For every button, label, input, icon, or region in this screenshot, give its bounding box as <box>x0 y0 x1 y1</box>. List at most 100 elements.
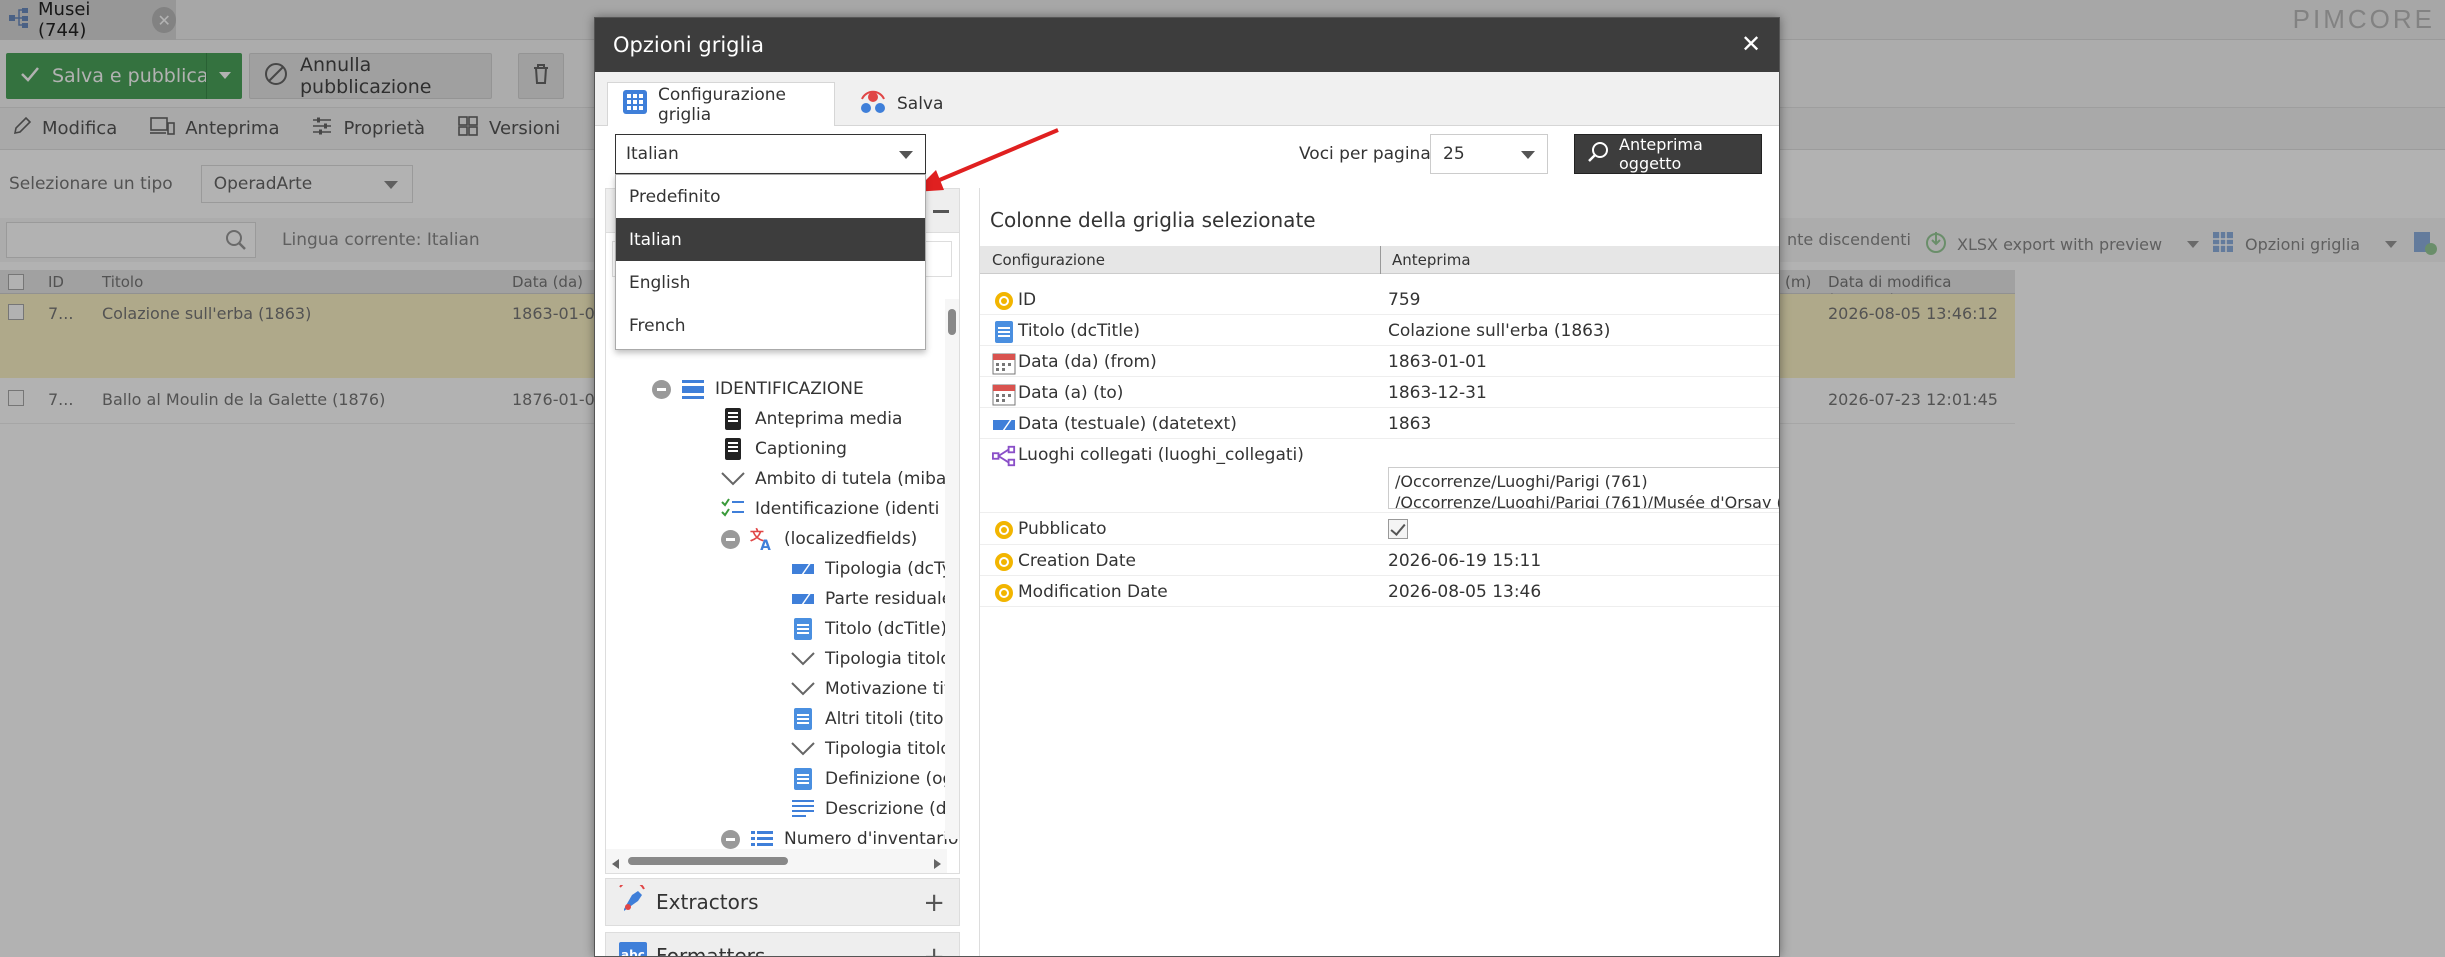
chevron-down-icon <box>791 647 815 671</box>
preview-object-button[interactable]: Anteprima oggetto <box>1574 134 1762 174</box>
preview-object-label: Anteprima oggetto <box>1619 135 1703 173</box>
tree-item[interactable]: Tipologia titolo (ti <box>791 734 960 764</box>
language-select[interactable]: Italian <box>615 134 926 174</box>
column-row-data-da[interactable]: Data (da) (from) 1863-01-01 <box>980 346 1779 377</box>
column-preview: 1863 <box>1388 414 1432 434</box>
column-config: Data (a) (to) <box>1018 383 1124 403</box>
extractors-panel[interactable]: Extractors + <box>605 878 960 926</box>
tree-item-label: Anteprima media <box>755 409 903 429</box>
tree-item-label: Captioning <box>755 439 847 459</box>
column-preview: 759 <box>1388 290 1421 310</box>
tree-item-label: (localizedfields) <box>784 529 918 549</box>
collapse-icon[interactable] <box>721 829 740 849</box>
per-page-value: 25 <box>1443 144 1465 164</box>
chevron-down-icon[interactable] <box>899 151 913 159</box>
tree-item-label: Altri titoli (titolo_a <box>825 709 959 729</box>
svg-text:A: A <box>760 538 771 552</box>
published-checkbox <box>1388 519 1408 539</box>
scroll-thumb[interactable] <box>948 309 956 335</box>
extractor-icon <box>618 879 648 920</box>
tab-grid-config[interactable]: Configurazione griglia <box>607 82 835 126</box>
calendar-icon <box>992 382 1016 406</box>
plus-icon[interactable]: + <box>923 890 945 916</box>
dialog-header: Opzioni griglia ✕ <box>595 18 1779 72</box>
relation-icon <box>992 444 1016 468</box>
textarea-icon <box>791 797 815 821</box>
gear-icon <box>992 550 1016 574</box>
chevron-down-icon[interactable] <box>1521 151 1535 159</box>
plus-icon[interactable]: + <box>923 944 945 956</box>
collapse-panel-icon[interactable] <box>933 210 949 213</box>
tree-horizontal-scrollbar[interactable] <box>606 849 947 873</box>
tree-item[interactable]: Definizione (ogd) <box>791 764 959 794</box>
tab-save-label: Salva <box>897 94 944 114</box>
column-divider[interactable] <box>1380 246 1381 274</box>
input-icon <box>791 557 815 581</box>
language-option-predefinito[interactable]: Predefinito <box>616 175 925 218</box>
tab-save[interactable]: Salva <box>845 82 957 126</box>
phone-icon <box>721 437 745 461</box>
language-option-french[interactable]: French <box>616 304 925 347</box>
collapse-icon[interactable] <box>652 379 671 399</box>
language-option-english[interactable]: English <box>616 261 925 304</box>
grid-options-dialog: Opzioni griglia ✕ Configurazione griglia… <box>594 17 1780 957</box>
selected-columns-title: Colonne della griglia selezionate <box>990 208 1316 232</box>
share-icon <box>859 89 887 120</box>
block-icon <box>681 377 705 401</box>
abc-icon: abc <box>618 941 648 956</box>
col-anteprima[interactable]: Anteprima <box>1392 251 1471 269</box>
gear-icon <box>992 289 1016 313</box>
column-config: Pubblicato <box>1018 519 1107 539</box>
tree-item[interactable]: Parte residuale (c <box>791 584 960 614</box>
column-row-luoghi[interactable]: Luoghi collegati (luoghi_collegati) /Occ… <box>980 439 1779 513</box>
per-page-label: Voci per pagina: <box>1299 144 1437 164</box>
tree-item[interactable]: Ambito di tutela (miba <box>721 464 946 494</box>
column-config: Data (da) (from) <box>1018 352 1157 372</box>
tree-item[interactable]: Descrizione (dcDe <box>791 794 959 824</box>
tree-vertical-scrollbar[interactable] <box>945 299 959 839</box>
col-configurazione[interactable]: Configurazione <box>992 251 1105 269</box>
column-row-creation-date[interactable]: Creation Date 2026-06-19 15:11 <box>980 545 1779 576</box>
related-places-list[interactable]: /Occorrenze/Luoghi/Parigi (761) /Occorre… <box>1388 467 1779 509</box>
tree-item-label: Tipologia titolo (ti <box>825 649 960 669</box>
tree-item[interactable]: Tipologia titolo (ti <box>791 644 960 674</box>
search-icon <box>1587 141 1609 167</box>
chevron-down-icon <box>791 737 815 761</box>
tree-item[interactable]: Identificazione (identi <box>721 494 939 524</box>
scroll-thumb[interactable] <box>628 857 788 865</box>
column-preview: 2026-06-19 15:11 <box>1388 551 1542 571</box>
column-row-titolo[interactable]: Titolo (dcTitle) Colazione sull'erba (18… <box>980 315 1779 346</box>
tree-item[interactable]: Titolo (dcTitle) <box>791 614 947 644</box>
tree-item[interactable]: IDENTIFICAZIONE <box>652 374 864 404</box>
scroll-right-icon[interactable] <box>933 855 943 873</box>
column-preview: 1863-12-31 <box>1388 383 1487 403</box>
tree-item-label: Parte residuale (c <box>825 589 960 609</box>
tree-item-label: Titolo (dcTitle) <box>825 619 948 639</box>
column-row-data-testuale[interactable]: Data (testuale) (datetext) 1863 <box>980 408 1779 439</box>
checklist-icon <box>721 497 745 521</box>
tree-item[interactable]: 文A (localizedfields) <box>721 524 917 554</box>
column-config: Data (testuale) (datetext) <box>1018 414 1237 434</box>
column-row-id[interactable]: ID 759 <box>980 284 1779 315</box>
tree-item[interactable]: Anteprima media <box>721 404 902 434</box>
language-option-italian[interactable]: Italian <box>616 218 925 261</box>
formatters-panel[interactable]: abc Formatters + <box>605 932 960 956</box>
tree-item[interactable]: Motivazione titolo <box>791 674 959 704</box>
tree-item[interactable]: Altri titoli (titolo_a <box>791 704 959 734</box>
per-page-select[interactable]: 25 <box>1430 134 1548 174</box>
scroll-left-icon[interactable] <box>610 855 620 873</box>
collapse-icon[interactable] <box>721 529 740 549</box>
document-icon <box>791 707 815 731</box>
column-config: Luoghi collegati (luoghi_collegati) <box>1018 445 1304 465</box>
gear-icon <box>992 581 1016 605</box>
close-icon[interactable]: ✕ <box>1737 30 1765 58</box>
extractors-label: Extractors <box>656 890 759 914</box>
tree-item[interactable]: Captioning <box>721 434 847 464</box>
column-row-modification-date[interactable]: Modification Date 2026-08-05 13:46 <box>980 576 1779 607</box>
tree-item[interactable]: Tipologia (dcType <box>791 554 959 584</box>
language-select-value: Italian <box>626 144 679 164</box>
column-row-pubblicato[interactable]: Pubblicato <box>980 513 1779 545</box>
column-row-data-a[interactable]: Data (a) (to) 1863-12-31 <box>980 377 1779 408</box>
column-config: Titolo (dcTitle) <box>1018 321 1141 341</box>
tree-item-label: Tipologia titolo (ti <box>825 739 960 759</box>
